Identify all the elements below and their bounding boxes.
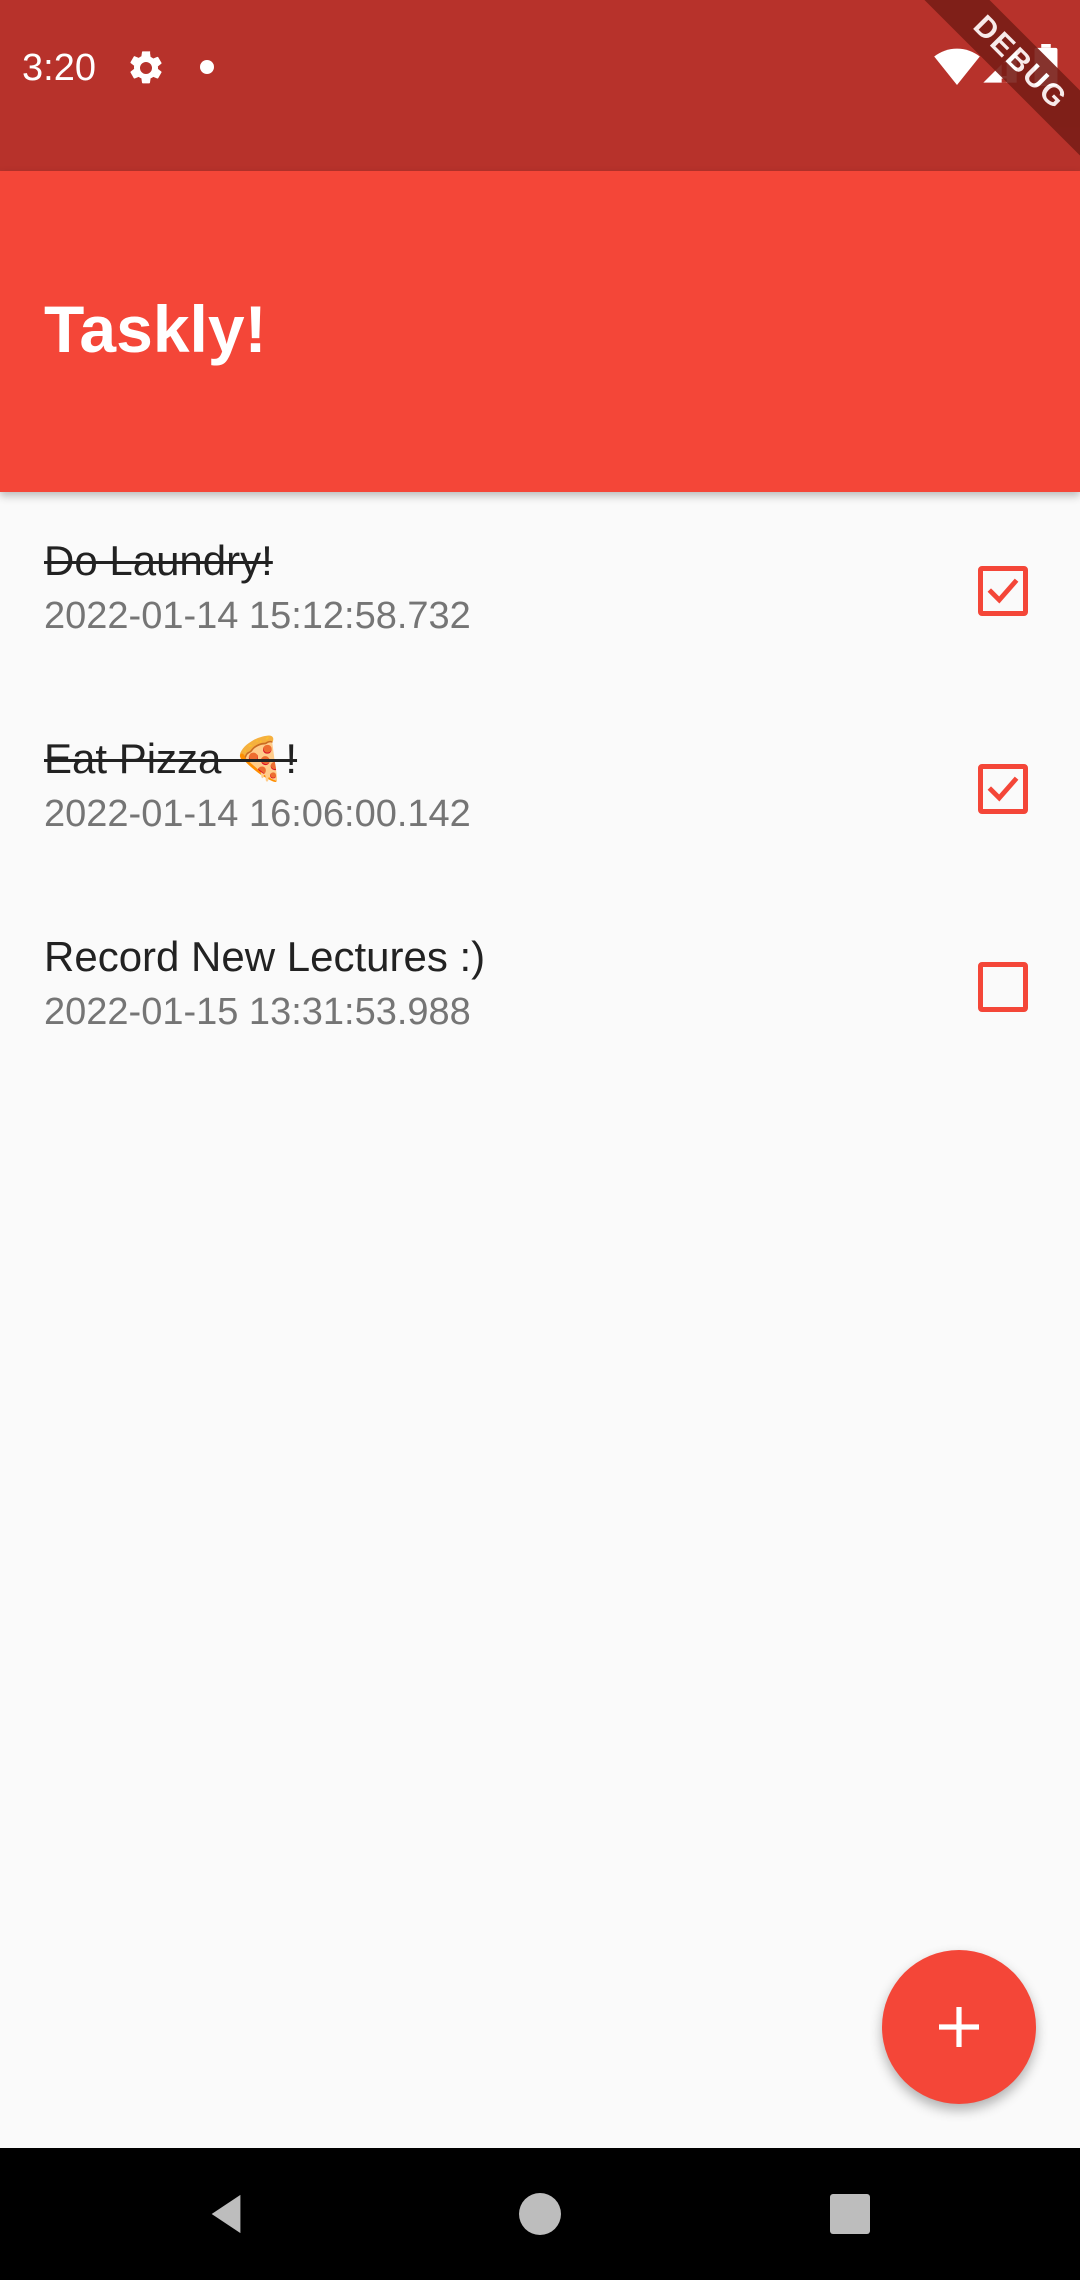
task-checkbox-checked[interactable] (978, 566, 1028, 616)
task-checkbox-unchecked[interactable] (978, 962, 1028, 1012)
task-title: Do Laundry! (44, 537, 273, 584)
add-icon (939, 2007, 979, 2047)
task-date: 2022-01-14 15:12:58.732 (44, 595, 471, 637)
status-time: 3:20 (22, 47, 96, 89)
list-item[interactable]: Eat Pizza 🍕! 2022-01-14 16:06:00.142 (0, 690, 1080, 888)
task-date: 2022-01-15 13:31:53.988 (44, 991, 471, 1033)
task-list: Do Laundry! 2022-01-14 15:12:58.732 Eat … (0, 492, 1080, 1086)
navigation-bar (0, 2148, 1080, 2280)
debug-banner-label: DEBUG (911, 0, 1080, 170)
task-date: 2022-01-14 16:06:00.142 (44, 793, 471, 835)
app-bar: Taskly! (0, 171, 1080, 492)
recents-icon[interactable] (830, 2194, 870, 2234)
check-icon (987, 776, 1019, 802)
gear-icon (130, 51, 162, 84)
screen: 3:20 DEBUG Taskly! Do Laundry! 2022-01-1… (0, 0, 1080, 2280)
page-title: Taskly! (44, 292, 267, 366)
debug-banner: DEBUG (910, 0, 1080, 170)
task-title: Record New Lectures :) (44, 933, 486, 980)
home-icon[interactable] (519, 2193, 561, 2235)
list-item[interactable]: Record New Lectures :) 2022-01-15 13:31:… (0, 888, 1080, 1086)
notification-dot-icon (200, 60, 214, 74)
back-icon[interactable] (204, 2190, 250, 2238)
task-checkbox-checked[interactable] (978, 764, 1028, 814)
add-task-button[interactable] (882, 1950, 1036, 2104)
task-title: Eat Pizza 🍕! (44, 735, 298, 782)
check-icon (987, 578, 1019, 604)
list-item[interactable]: Do Laundry! 2022-01-14 15:12:58.732 (0, 492, 1080, 690)
